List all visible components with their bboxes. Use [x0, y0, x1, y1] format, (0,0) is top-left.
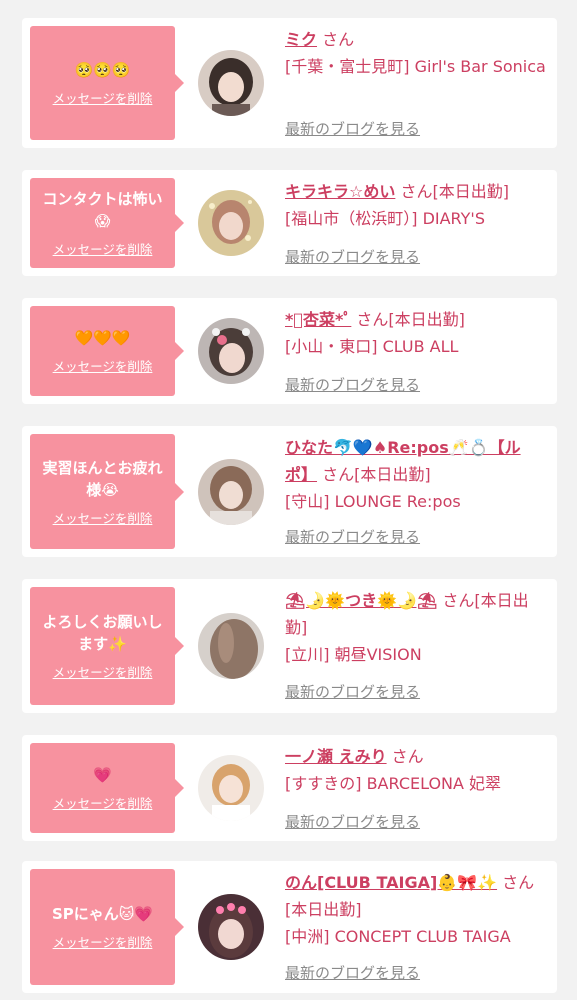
cast-info: 一ノ瀬 えみり さん [すすきの] BARCELONA 妃翠	[285, 743, 547, 797]
delete-message-link[interactable]: メッセージを削除	[53, 356, 153, 375]
cast-info: ミク さん [千葉・富士見町] Girl's Bar Sonica	[285, 26, 547, 80]
delete-message-link[interactable]: メッセージを削除	[53, 793, 153, 812]
cast-info: *ﾟ杏菜*ﾟ さん[本日出勤] [小山・東口] CLUB ALL	[285, 306, 547, 360]
avatar[interactable]	[198, 755, 264, 821]
delete-message-link[interactable]: メッセージを削除	[53, 88, 153, 107]
message-bubble: 実習ほんとお疲れ様😭 メッセージを削除	[30, 434, 184, 549]
shop-info: [守山] LOUNGE Re:pos	[285, 492, 461, 511]
message-bubble: コンタクトは怖い😱 メッセージを削除	[30, 178, 184, 268]
latest-blog-link[interactable]: 最新のブログを見る	[285, 374, 420, 395]
avatar[interactable]	[198, 318, 264, 384]
cast-status: さん[本日出勤]	[395, 182, 509, 201]
cast-info: ひなた🐬💙♠Re:pos🥂💍【ルポ】 さん[本日出勤] [守山] LOUNGE …	[285, 434, 547, 515]
avatar[interactable]	[198, 894, 264, 960]
message-card: よろしくお願いします✨ メッセージを削除 ⛱🌛🌞つき🌞🌛⛱ さん[本日出勤] […	[22, 579, 557, 713]
shop-info: [小山・東口] CLUB ALL	[285, 337, 459, 356]
message-text: コンタクトは怖い😱	[42, 190, 163, 230]
shop-info: [中洲] CONCEPT CLUB TAIGA	[285, 927, 511, 946]
cast-name-link[interactable]: 一ノ瀬 えみり	[285, 747, 387, 766]
avatar[interactable]	[198, 613, 264, 679]
message-text: 🧡🧡🧡	[74, 329, 131, 347]
message-card: SPにゃん🐱💗 メッセージを削除 のん[CLUB TAIGA]👶🎀✨ さん[本日…	[22, 861, 557, 993]
delete-message-link[interactable]: メッセージを削除	[53, 508, 153, 527]
cast-name-link[interactable]: ⛱🌛🌞つき🌞🌛⛱	[285, 591, 437, 610]
message-card: 🧡🧡🧡 メッセージを削除 *ﾟ杏菜*ﾟ さん[本日出勤] [小山・東口] CLU…	[22, 298, 557, 404]
cast-status: さん	[317, 30, 355, 49]
shop-info: [福山市（松浜町）] DIARY'S	[285, 209, 485, 228]
latest-blog-link[interactable]: 最新のブログを見る	[285, 681, 420, 702]
cast-status: さん[本日出勤]	[351, 310, 465, 329]
message-bubble: よろしくお願いします✨ メッセージを削除	[30, 587, 184, 705]
message-card: 🥺🥺🥺 メッセージを削除 ミク さん [千葉・富士見町] Girl's Bar …	[22, 18, 557, 148]
message-bubble: 🥺🥺🥺 メッセージを削除	[30, 26, 184, 140]
message-bubble: 🧡🧡🧡 メッセージを削除	[30, 306, 184, 396]
message-text: 🥺🥺🥺	[74, 61, 131, 79]
message-text: 実習ほんとお疲れ様😭	[42, 458, 163, 499]
latest-blog-link[interactable]: 最新のブログを見る	[285, 118, 420, 139]
message-card: 実習ほんとお疲れ様😭 メッセージを削除 ひなた🐬💙♠Re:pos🥂💍【ルポ】 さ…	[22, 426, 557, 557]
cast-info: キラキラ☆めい さん[本日出勤] [福山市（松浜町）] DIARY'S	[285, 178, 547, 232]
latest-blog-link[interactable]: 最新のブログを見る	[285, 962, 420, 983]
latest-blog-link[interactable]: 最新のブログを見る	[285, 811, 420, 832]
cast-info: のん[CLUB TAIGA]👶🎀✨ さん[本日出勤] [中洲] CONCEPT …	[285, 869, 547, 950]
message-text: SPにゃん🐱💗	[51, 905, 154, 923]
latest-blog-link[interactable]: 最新のブログを見る	[285, 246, 420, 267]
shop-info: [立川] 朝昼VISION	[285, 645, 422, 664]
cast-status: さん	[386, 747, 424, 766]
cast-name-link[interactable]: *ﾟ杏菜*ﾟ	[285, 310, 351, 329]
avatar[interactable]	[198, 50, 264, 116]
avatar[interactable]	[198, 190, 264, 256]
shop-info: [千葉・富士見町] Girl's Bar Sonica	[285, 57, 546, 76]
message-text: 💗	[93, 766, 112, 784]
message-text: よろしくお願いします✨	[42, 613, 163, 653]
cast-name-link[interactable]: キラキラ☆めい	[285, 182, 395, 201]
delete-message-link[interactable]: メッセージを削除	[53, 932, 153, 951]
message-list: 🥺🥺🥺 メッセージを削除 ミク さん [千葉・富士見町] Girl's Bar …	[0, 0, 577, 1000]
cast-name-link[interactable]: のん[CLUB TAIGA]👶🎀✨	[285, 873, 497, 892]
cast-name-link[interactable]: ミク	[285, 30, 317, 49]
message-bubble: 💗 メッセージを削除	[30, 743, 184, 833]
message-card: コンタクトは怖い😱 メッセージを削除 キラキラ☆めい さん[本日出勤] [福山市…	[22, 170, 557, 276]
avatar[interactable]	[198, 459, 264, 525]
delete-message-link[interactable]: メッセージを削除	[53, 239, 153, 258]
cast-info: ⛱🌛🌞つき🌞🌛⛱ さん[本日出勤] [立川] 朝昼VISION	[285, 587, 547, 668]
message-card: 💗 メッセージを削除 一ノ瀬 えみり さん [すすきの] BARCELONA 妃…	[22, 735, 557, 841]
cast-status: さん[本日出勤]	[317, 465, 431, 484]
latest-blog-link[interactable]: 最新のブログを見る	[285, 526, 420, 547]
shop-info: [すすきの] BARCELONA 妃翠	[285, 774, 502, 793]
message-bubble: SPにゃん🐱💗 メッセージを削除	[30, 869, 184, 985]
delete-message-link[interactable]: メッセージを削除	[53, 662, 153, 681]
